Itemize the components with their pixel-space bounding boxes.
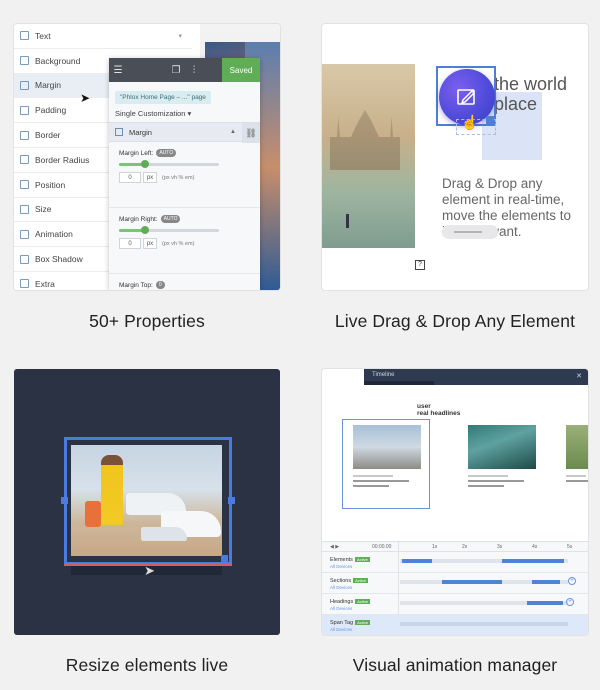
customization-select[interactable]: Single Customization ▾ <box>109 104 260 122</box>
timeline-ruler: ◀ ▶ 00:00.00 1s 2s 3s 4s 5s <box>322 542 588 552</box>
page-tag[interactable]: "Phlox Home Page – ..." page <box>115 91 211 104</box>
box-shadow-icon <box>20 254 29 264</box>
margin-left-input[interactable]: 0 <box>119 172 141 183</box>
caption-resize: Resize elements live <box>65 655 229 675</box>
margin-left-field: Margin Left: AUTO 0 px (px vh % em) <box>109 142 260 208</box>
preview-heading: the world place <box>494 74 568 114</box>
animation-bar[interactable] <box>502 559 564 563</box>
background-icon <box>20 56 29 66</box>
property-item-text[interactable]: Text ▾ <box>14 24 192 49</box>
caption-animation: Visual animation manager <box>352 655 558 675</box>
panel-toolbar: ☰ ❐ ⫶ Saved <box>109 58 260 82</box>
timeline-row[interactable]: Headings Active All Devices + <box>322 594 588 615</box>
add-keyframe-icon[interactable]: + <box>566 598 574 606</box>
animation-timeline: ◀ ▶ 00:00.00 1s 2s 3s 4s 5s Elements Acti… <box>322 541 588 635</box>
position-icon <box>20 180 29 190</box>
caption-drag-drop: Live Drag & Drop Any Element <box>334 311 576 331</box>
resize-handle-right[interactable] <box>228 497 235 504</box>
play-icon[interactable]: ◀ ▶ <box>330 544 339 550</box>
copy-icon[interactable]: ❐ <box>167 58 185 82</box>
text-icon <box>20 31 29 41</box>
animation-icon <box>20 229 29 239</box>
resize-handle-left[interactable] <box>61 497 68 504</box>
properties-card: Text ▾ Background Margin Padding Border B… <box>14 24 280 290</box>
resize-handle[interactable] <box>486 116 494 124</box>
margin-icon <box>115 128 123 136</box>
chevron-down-icon: ▾ <box>187 109 192 118</box>
post-card[interactable] <box>462 419 542 499</box>
help-icon[interactable]: ? <box>415 260 425 270</box>
border-radius-icon <box>20 155 29 165</box>
menu-icon[interactable]: ☰ <box>109 58 127 82</box>
margin-left-slider[interactable] <box>119 160 219 168</box>
section-title: user real headlines <box>417 403 461 417</box>
mouse-cursor-icon: ➤ <box>80 91 91 105</box>
auto-badge[interactable]: AUTO <box>156 149 177 157</box>
sliders-icon[interactable]: ⫶ <box>185 58 203 82</box>
margin-right-slider[interactable] <box>119 226 219 234</box>
unit-select[interactable]: px <box>143 238 157 249</box>
border-icon <box>20 130 29 140</box>
animation-bar[interactable] <box>402 559 432 563</box>
auto-badge[interactable]: 0 <box>155 281 165 289</box>
selected-element-outline <box>342 419 430 509</box>
editor-header: Timeline ✕ <box>364 369 588 385</box>
margin-section-header[interactable]: Margin ▲ ⛓ <box>109 122 260 143</box>
preview-button[interactable] <box>442 225 498 239</box>
add-keyframe-icon[interactable]: + <box>568 577 576 585</box>
unit-select[interactable]: px <box>143 172 157 183</box>
resize-frame[interactable] <box>64 437 232 565</box>
chevron-down-icon: ▾ <box>178 32 182 40</box>
padding-icon <box>20 105 29 115</box>
resize-card: ➤ <box>14 369 280 635</box>
auto-badge[interactable]: AUTO <box>160 215 181 223</box>
mosque-photo <box>322 64 415 248</box>
edit-icon <box>457 89 476 105</box>
animation-bar[interactable] <box>527 601 563 605</box>
margin-right-input[interactable]: 0 <box>119 238 141 249</box>
post-card[interactable] <box>560 419 588 499</box>
chevron-up-icon[interactable]: ▲ <box>230 129 236 135</box>
saved-button[interactable]: Saved <box>222 58 260 82</box>
timeline-row[interactable]: Elements Active All Devices <box>322 552 588 573</box>
timeline-row[interactable]: Span Tag Active All Devices <box>322 615 588 635</box>
resize-handle-corner[interactable] <box>221 555 228 562</box>
close-icon[interactable]: ✕ <box>576 372 582 380</box>
caption-properties: 50+ Properties <box>89 311 205 331</box>
hand-cursor-icon: ☝ <box>461 114 479 130</box>
margin-top-field: Margin Top: 0 <box>109 274 260 290</box>
link-icon[interactable]: ⛓ <box>242 123 260 143</box>
timeline-row[interactable]: Sections Active All Devices + <box>322 573 588 594</box>
mouse-cursor-icon: ➤ <box>144 563 155 578</box>
animation-card: Timeline ✕ user real headlines ◀ ▶ 00:00.… <box>322 369 588 635</box>
size-icon <box>20 204 29 214</box>
animation-bar[interactable] <box>532 580 560 584</box>
extra-icon <box>20 279 29 289</box>
animation-bar[interactable] <box>442 580 502 584</box>
margin-icon <box>20 80 29 90</box>
margin-right-field: Margin Right: AUTO 0 px (px vh % em) <box>109 208 260 274</box>
drag-drop-card: the world place ☝ Drag & Drop any elemen… <box>322 24 588 290</box>
margin-settings-panel: ☰ ❐ ⫶ Saved "Phlox Home Page – ..." page… <box>109 58 260 290</box>
